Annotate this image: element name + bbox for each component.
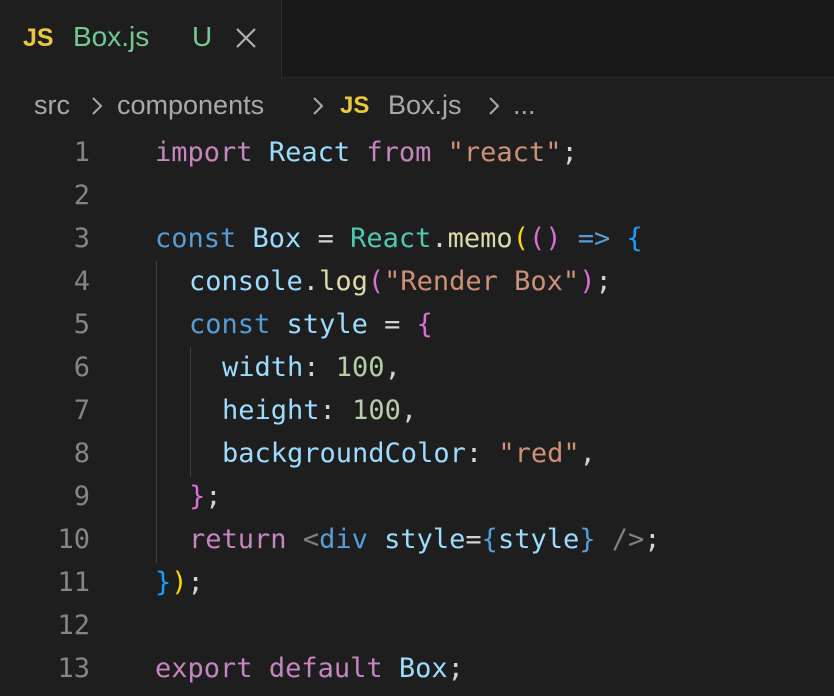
line-number: 12 bbox=[57, 610, 90, 641]
code-editor[interactable]: 1 import React from "react"; 2 3 const B… bbox=[0, 131, 834, 696]
code-line[interactable]: 11 }); bbox=[0, 561, 834, 604]
code-line[interactable]: 9 }; bbox=[0, 475, 834, 518]
line-number: 2 bbox=[73, 180, 90, 211]
code-line[interactable]: 8 backgroundColor: "red", bbox=[0, 432, 834, 475]
breadcrumb-item-src[interactable]: src bbox=[34, 88, 70, 122]
code-line[interactable]: 6 width: 100, bbox=[0, 346, 834, 389]
code-line[interactable]: 2 bbox=[0, 174, 834, 217]
code-text: export default Box; bbox=[155, 653, 464, 684]
breadcrumb: src components JS Box.js ... bbox=[0, 80, 834, 132]
line-number: 5 bbox=[73, 309, 90, 340]
code-line[interactable]: 5 const style = { bbox=[0, 303, 834, 346]
code-text: import React from "react"; bbox=[155, 137, 578, 168]
close-icon[interactable] bbox=[234, 26, 258, 50]
breadcrumb-item-file[interactable]: Box.js bbox=[388, 88, 462, 122]
line-number: 10 bbox=[57, 524, 90, 555]
tab-file-name: Box.js bbox=[73, 21, 150, 52]
line-number: 13 bbox=[57, 653, 90, 684]
code-line[interactable]: 13 export default Box; bbox=[0, 647, 834, 690]
tab-bar: JS Box.js U bbox=[0, 0, 834, 79]
code-text: const style = { bbox=[189, 309, 433, 340]
chevron-right-icon bbox=[489, 97, 500, 115]
code-text: height: 100, bbox=[222, 395, 418, 426]
chevron-right-icon bbox=[92, 97, 103, 115]
line-number: 4 bbox=[73, 266, 90, 297]
code-line[interactable]: 3 const Box = React.memo(() => { bbox=[0, 217, 834, 260]
line-number: 6 bbox=[73, 352, 90, 383]
line-number: 11 bbox=[57, 567, 90, 598]
code-text: backgroundColor: "red", bbox=[222, 438, 596, 469]
chevron-right-icon bbox=[313, 97, 324, 115]
line-number: 8 bbox=[73, 438, 90, 469]
code-text: }; bbox=[189, 481, 222, 512]
code-text: }); bbox=[155, 567, 204, 598]
tab-box-js[interactable]: JS Box.js U bbox=[0, 0, 282, 79]
breadcrumb-item-components[interactable]: components bbox=[117, 88, 264, 122]
javascript-file-icon: JS bbox=[340, 92, 370, 119]
line-number: 9 bbox=[73, 481, 90, 512]
breadcrumb-item-symbol[interactable]: ... bbox=[513, 88, 536, 122]
code-text: width: 100, bbox=[222, 352, 401, 383]
line-number: 7 bbox=[73, 395, 90, 426]
line-number: 1 bbox=[73, 137, 90, 168]
code-line[interactable]: 1 import React from "react"; bbox=[0, 131, 834, 174]
code-line[interactable]: 12 bbox=[0, 604, 834, 647]
code-line[interactable]: 4 console.log("Render Box"); bbox=[0, 260, 834, 303]
git-untracked-badge: U bbox=[192, 21, 213, 52]
code-line[interactable]: 7 height: 100, bbox=[0, 389, 834, 432]
code-text: console.log("Render Box"); bbox=[189, 266, 612, 297]
javascript-file-icon: JS bbox=[23, 24, 54, 52]
code-text: const Box = React.memo(() => { bbox=[155, 223, 643, 254]
line-number: 3 bbox=[73, 223, 90, 254]
code-text: return <div style={style} />; bbox=[189, 524, 661, 555]
code-line[interactable]: 10 return <div style={style} />; bbox=[0, 518, 834, 561]
